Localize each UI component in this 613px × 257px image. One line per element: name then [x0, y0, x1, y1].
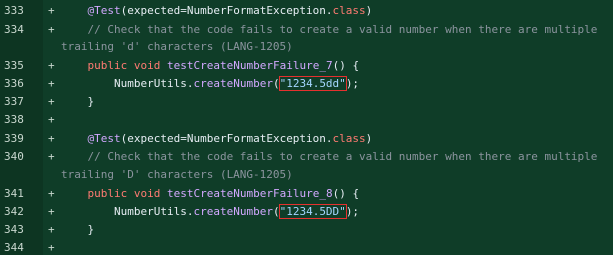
diff-line: 339 + @Test(expected=NumberFormatExcepti…: [0, 130, 613, 148]
added-marker: +: [48, 23, 55, 36]
diff-line: 335 + public void testCreateNumberFailur…: [0, 57, 613, 75]
added-marker: +: [48, 4, 55, 17]
diff-viewer: 333 + @Test(expected=NumberFormatExcepti…: [0, 0, 613, 255]
code-comment: // Check that the code fails to create a…: [61, 23, 598, 36]
line-number: 340: [4, 150, 24, 163]
code-text: @Test(expected=NumberFormatException.cla…: [87, 132, 373, 145]
line-number: 339: [4, 132, 24, 145]
code-text: @Test(expected=NumberFormatException.cla…: [87, 4, 373, 17]
added-marker: +: [48, 223, 55, 236]
diff-line: 337 + }: [0, 93, 613, 111]
line-number: 343: [4, 223, 24, 236]
line-number: 333: [4, 4, 24, 17]
code-text: NumberUtils.createNumber("1234.5DD");: [113, 204, 360, 219]
code-text: }: [61, 223, 95, 236]
added-marker: +: [48, 205, 55, 218]
added-marker: +: [48, 150, 55, 163]
diff-line: 338 +: [0, 111, 613, 129]
line-number: 341: [4, 187, 24, 200]
line-number: 344: [4, 241, 24, 254]
line-number: 334: [4, 23, 24, 36]
code-text: }: [61, 95, 95, 108]
code-text: NumberUtils.createNumber("1234.5dd");: [113, 76, 360, 91]
added-marker: +: [48, 241, 55, 254]
added-marker: +: [48, 187, 55, 200]
line-number: 338: [4, 113, 24, 126]
code-comment: // Check that the code fails to create a…: [61, 150, 598, 163]
added-marker: +: [48, 95, 55, 108]
added-marker: +: [48, 132, 55, 145]
diff-line: 342 + NumberUtils.createNumber("1234.5DD…: [0, 203, 613, 221]
code-text: public void testCreateNumberFailure_8() …: [87, 187, 360, 200]
diff-line: 341 + public void testCreateNumberFailur…: [0, 185, 613, 203]
diff-line-wrap: trailing 'd' characters (LANG-1205): [0, 38, 613, 56]
diff-line: 334 + // Check that the code fails to cr…: [0, 21, 613, 39]
code-comment: trailing 'D' characters (LANG-1205): [61, 168, 293, 181]
line-number: 337: [4, 95, 24, 108]
line-number: 342: [4, 205, 24, 218]
highlighted-string-literal: "1234.5dd": [278, 76, 347, 91]
diff-line: 343 + }: [0, 221, 613, 239]
line-number: 336: [4, 77, 24, 90]
line-number: 335: [4, 59, 24, 72]
added-marker: +: [48, 77, 55, 90]
code-text: public void testCreateNumberFailure_7() …: [87, 59, 360, 72]
diff-line: 340 + // Check that the code fails to cr…: [0, 148, 613, 166]
diff-line: 333 + @Test(expected=NumberFormatExcepti…: [0, 2, 613, 20]
added-marker: +: [48, 113, 55, 126]
code-comment: trailing 'd' characters (LANG-1205): [61, 40, 293, 53]
highlighted-string-literal: "1234.5DD": [278, 204, 347, 219]
diff-line: 336 + NumberUtils.createNumber("1234.5dd…: [0, 75, 613, 93]
added-marker: +: [48, 59, 55, 72]
diff-line: 344 +: [0, 239, 613, 257]
diff-line-wrap: trailing 'D' characters (LANG-1205): [0, 166, 613, 184]
